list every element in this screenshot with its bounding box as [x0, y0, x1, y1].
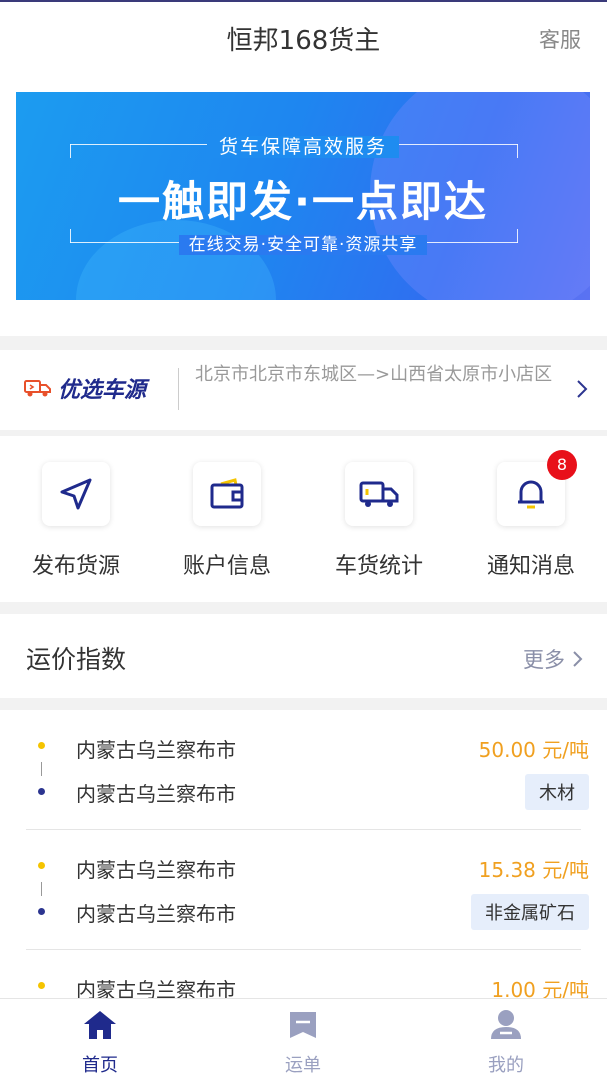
banner-subtitle: 货车保障高效服务	[206, 136, 399, 158]
bottom-tab-bar: 首页 运单 我的	[0, 998, 607, 1080]
origin-city: 内蒙古乌兰察布市	[76, 978, 236, 1000]
freight-price: 50.00 元/吨	[478, 738, 589, 762]
quick-item-publish-cargo[interactable]: 发布货源	[6, 462, 146, 580]
send-icon	[60, 478, 92, 510]
tab-label: 我的	[488, 1055, 524, 1076]
preferred-vehicle-notice[interactable]: 优选车源 北京市北京市东城区—>山西省太原市小店区	[0, 350, 607, 430]
promo-banner[interactable]: 货车保障高效服务 一触即发·一点即达 在线交易·安全可靠·资源共享	[16, 92, 590, 300]
notice-route-text: 北京市北京市东城区—>山西省太原市小店区	[195, 364, 553, 385]
banner-tagline: 在线交易·安全可靠·资源共享	[178, 235, 428, 255]
origin-dot-icon	[38, 982, 45, 989]
section-title: 运价指数	[26, 645, 127, 674]
notice-logo-text: 优选车源	[58, 378, 147, 403]
quick-item-label: 车货统计	[334, 554, 423, 579]
route-connector	[41, 882, 42, 896]
list-item[interactable]: 内蒙古乌兰察布市 内蒙古乌兰察布市 50.00 元/吨 木材	[0, 710, 607, 830]
freight-index-list: 内蒙古乌兰察布市 内蒙古乌兰察布市 50.00 元/吨 木材 内蒙古乌兰察布市 …	[0, 710, 607, 1000]
cargo-type-tag: 木材	[525, 774, 589, 810]
customer-service-button[interactable]: 客服	[539, 24, 581, 54]
more-label: 更多	[523, 648, 565, 672]
banner-headline: 一触即发·一点即达	[118, 177, 488, 226]
notification-count-badge: 8	[547, 450, 577, 480]
notice-divider	[178, 368, 179, 410]
origin-dot-icon	[38, 742, 45, 749]
waybill-icon	[290, 1012, 316, 1038]
quick-item-label: 通知消息	[486, 554, 575, 579]
destination-dot-icon	[38, 788, 45, 795]
chevron-right-icon	[577, 380, 588, 398]
origin-city: 内蒙古乌兰察布市	[76, 738, 236, 762]
quick-menu: 发布货源 账户信息 车货统计 8 通知消息	[0, 436, 607, 602]
freight-price: 15.38 元/吨	[478, 858, 589, 882]
origin-city: 内蒙古乌兰察布市	[76, 858, 236, 882]
list-item[interactable]: 内蒙古乌兰察布市 1.00 元/吨	[0, 950, 607, 1000]
freight-index-header: 运价指数 更多	[0, 614, 607, 698]
freight-price: 1.00 元/吨	[491, 978, 589, 1000]
wallet-icon	[210, 478, 244, 509]
quick-item-cargo-stats[interactable]: 车货统计	[309, 462, 449, 580]
cargo-type-tag: 非金属矿石	[471, 894, 589, 930]
destination-dot-icon	[38, 908, 45, 915]
banner-section: 货车保障高效服务 一触即发·一点即达 在线交易·安全可靠·资源共享	[0, 78, 607, 336]
quick-item-label: 账户信息	[182, 554, 271, 579]
tab-profile[interactable]: 我的	[446, 1009, 566, 1077]
quick-item-label: 发布货源	[31, 554, 120, 579]
list-item[interactable]: 内蒙古乌兰察布市 内蒙古乌兰察布市 15.38 元/吨 非金属矿石	[0, 830, 607, 950]
bell-icon	[518, 480, 544, 509]
quick-item-notifications[interactable]: 8 通知消息	[461, 450, 601, 580]
profile-icon	[491, 1010, 521, 1039]
home-icon	[84, 1011, 116, 1039]
quick-item-account-info[interactable]: 账户信息	[157, 462, 297, 580]
page-title: 恒邦168货主	[226, 26, 381, 56]
tab-label: 首页	[82, 1055, 118, 1076]
tab-waybill[interactable]: 运单	[243, 1009, 363, 1077]
origin-dot-icon	[38, 862, 45, 869]
destination-city: 内蒙古乌兰察布市	[76, 782, 236, 806]
route-connector	[41, 762, 42, 776]
truck-logo-icon	[24, 380, 51, 397]
tab-label: 运单	[285, 1055, 321, 1076]
tab-home[interactable]: 首页	[40, 1009, 160, 1077]
chevron-right-icon	[573, 651, 583, 667]
notice-logo: 优选车源	[24, 372, 146, 404]
top-header: 恒邦168货主 客服	[0, 0, 607, 78]
truck-icon	[359, 481, 399, 507]
destination-city: 内蒙古乌兰察布市	[76, 902, 236, 926]
more-link[interactable]: 更多	[523, 644, 585, 674]
